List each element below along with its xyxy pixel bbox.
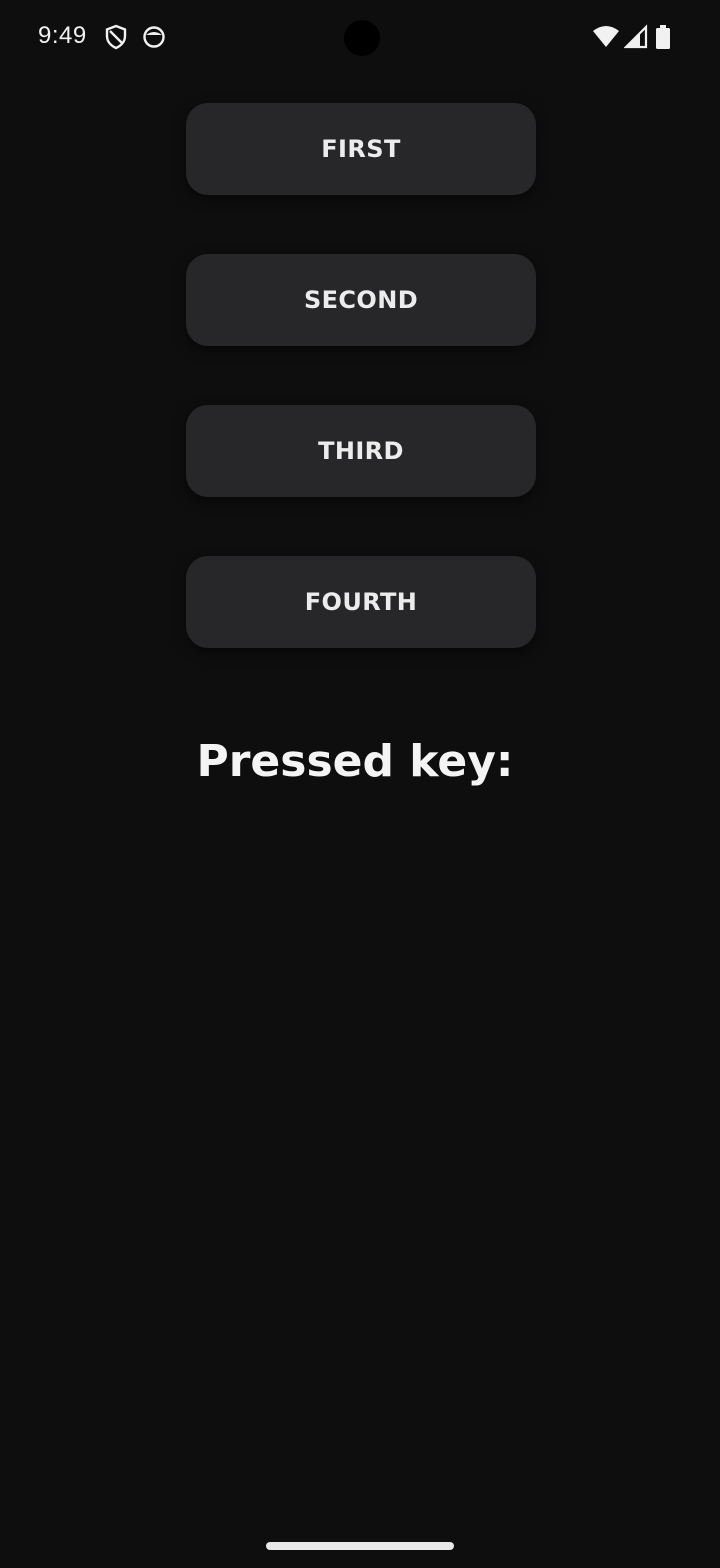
- battery-icon: [654, 24, 672, 50]
- home-indicator[interactable]: [266, 1542, 454, 1550]
- fourth-button[interactable]: FOURTH: [186, 556, 536, 648]
- second-button[interactable]: SECOND: [186, 254, 536, 346]
- signal-icon: [623, 24, 648, 50]
- first-button[interactable]: FIRST: [186, 103, 536, 195]
- camera-cutout: [344, 20, 380, 56]
- wifi-icon: [592, 24, 620, 50]
- app-circle-icon: [142, 24, 166, 50]
- pressed-key-text: Pressed key:: [0, 736, 710, 787]
- shield-icon: [104, 24, 128, 50]
- status-time: 9:49: [38, 22, 87, 49]
- third-button[interactable]: THIRD: [186, 405, 536, 497]
- pressed-key-label: Pressed key:: [196, 736, 514, 787]
- status-bar: 9:49: [0, 0, 720, 76]
